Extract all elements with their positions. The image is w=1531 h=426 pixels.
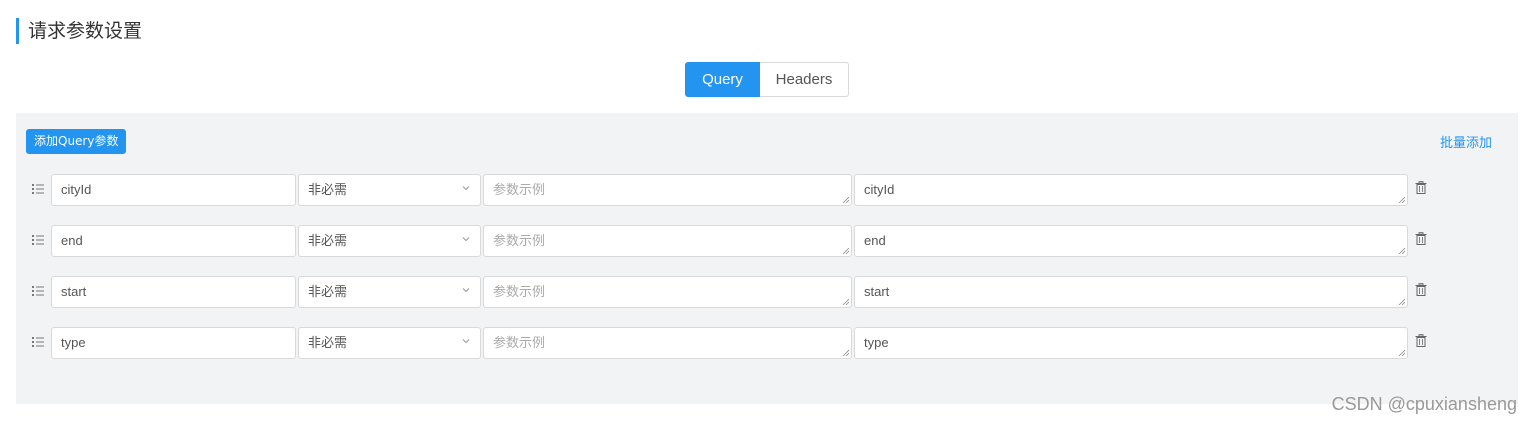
param-desc-value: type	[864, 335, 889, 350]
param-desc-textarea[interactable]: type	[854, 327, 1408, 359]
param-desc-textarea[interactable]: end	[854, 225, 1408, 257]
param-row: end 非必需 参数示例 end	[16, 225, 1518, 258]
param-tabs: Query Headers	[685, 62, 849, 97]
param-required-select[interactable]: 非必需	[298, 174, 481, 206]
param-example-textarea[interactable]: 参数示例	[483, 276, 852, 308]
param-example-placeholder: 参数示例	[493, 233, 546, 248]
param-name-input[interactable]: end	[51, 225, 296, 257]
param-example-textarea[interactable]: 参数示例	[483, 225, 852, 257]
param-desc-value: end	[864, 233, 886, 248]
param-example-placeholder: 参数示例	[493, 335, 546, 350]
list-drag-icon[interactable]	[32, 234, 44, 246]
watermark: CSDN @cpuxiansheng	[1331, 394, 1517, 414]
list-drag-icon[interactable]	[32, 183, 44, 195]
param-example-placeholder: 参数示例	[493, 284, 546, 299]
param-desc-textarea[interactable]: cityId	[854, 174, 1408, 206]
param-desc-value: start	[864, 284, 890, 299]
resize-handle-icon[interactable]	[842, 298, 849, 305]
param-example-placeholder: 参数示例	[493, 182, 546, 197]
tab-headers[interactable]: Headers	[760, 62, 849, 97]
param-name-input[interactable]: start	[51, 276, 296, 308]
bulk-add-link[interactable]: 批量添加	[1440, 132, 1492, 151]
add-query-param-button[interactable]: 添加Query参数	[26, 129, 127, 154]
resize-handle-icon[interactable]	[1398, 298, 1405, 305]
request-params-page: 请求参数设置 Query Headers 添加Query参数 批量添加 city…	[0, 0, 1531, 426]
param-required-select[interactable]: 非必需	[298, 225, 481, 257]
resize-handle-icon[interactable]	[1398, 196, 1405, 203]
param-row: start 非必需 参数示例 start	[16, 276, 1518, 309]
param-required-value: 非必需	[308, 182, 348, 197]
param-name-input[interactable]: type	[51, 327, 296, 359]
chevron-down-icon	[462, 288, 470, 293]
list-drag-icon[interactable]	[32, 285, 44, 297]
trash-icon[interactable]	[1415, 232, 1427, 245]
tab-query[interactable]: Query	[685, 62, 760, 97]
list-drag-icon[interactable]	[32, 336, 44, 348]
param-required-select[interactable]: 非必需	[298, 276, 481, 308]
trash-icon[interactable]	[1415, 181, 1427, 194]
resize-handle-icon[interactable]	[842, 349, 849, 356]
trash-icon[interactable]	[1415, 283, 1427, 296]
param-desc-value: cityId	[864, 182, 895, 197]
chevron-down-icon	[462, 339, 470, 344]
chevron-down-icon	[462, 237, 470, 242]
param-example-textarea[interactable]: 参数示例	[483, 327, 852, 359]
param-row: type 非必需 参数示例 type	[16, 327, 1518, 360]
query-params-panel: 添加Query参数 批量添加 cityId 非必需 参数示例 cityId en…	[16, 113, 1518, 404]
resize-handle-icon[interactable]	[1398, 349, 1405, 356]
param-desc-textarea[interactable]: start	[854, 276, 1408, 308]
param-name-input[interactable]: cityId	[51, 174, 296, 206]
param-row: cityId 非必需 参数示例 cityId	[16, 174, 1518, 207]
param-required-value: 非必需	[308, 233, 348, 248]
resize-handle-icon[interactable]	[1398, 247, 1405, 254]
resize-handle-icon[interactable]	[842, 247, 849, 254]
resize-handle-icon[interactable]	[842, 196, 849, 203]
section-title: 请求参数设置	[16, 18, 142, 44]
param-required-value: 非必需	[308, 284, 348, 299]
param-example-textarea[interactable]: 参数示例	[483, 174, 852, 206]
trash-icon[interactable]	[1415, 334, 1427, 347]
chevron-down-icon	[462, 186, 470, 191]
param-required-value: 非必需	[308, 335, 348, 350]
param-required-select[interactable]: 非必需	[298, 327, 481, 359]
